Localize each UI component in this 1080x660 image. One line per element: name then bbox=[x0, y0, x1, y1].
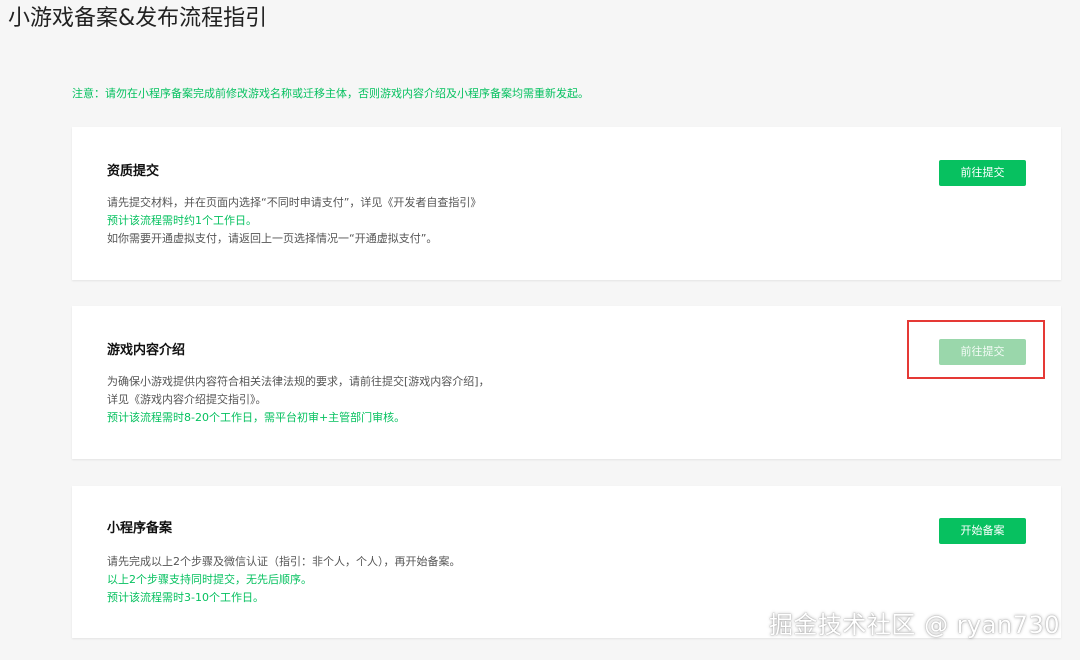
start-filing-button[interactable]: 开始备案 bbox=[939, 518, 1026, 544]
watermark-text: 掘金技术社区 @ ryan730 bbox=[768, 611, 1060, 639]
qualification-card: 资质提交 请先提交材料，并在页面内选择“不同时申请支付”，详见《开发者自查指引》… bbox=[72, 127, 1061, 280]
card-line: 请先提交材料，并在页面内选择“不同时申请支付”，详见《开发者自查指引》 bbox=[107, 196, 482, 209]
notice-text: 注意：请勿在小程序备案完成前修改游戏名称或迁移主体，否则游戏内容介绍及小程序备案… bbox=[72, 87, 589, 100]
card-line: 为确保小游戏提供内容符合相关法律法规的要求，请前往提交[游戏内容介绍]， bbox=[107, 375, 490, 388]
game-content-card: 游戏内容介绍 为确保小游戏提供内容符合相关法律法规的要求，请前往提交[游戏内容介… bbox=[72, 306, 1061, 459]
card-line: 详见《游戏内容介绍提交指引》。 bbox=[107, 393, 267, 406]
card-title: 小程序备案 bbox=[107, 521, 173, 536]
card-description: 为确保小游戏提供内容符合相关法律法规的要求，请前往提交[游戏内容介绍]， 详见《… bbox=[107, 373, 490, 427]
card-title: 资质提交 bbox=[107, 164, 160, 179]
card-title: 游戏内容介绍 bbox=[107, 343, 186, 358]
card-line: 预计该流程需时3-10个工作日。 bbox=[107, 591, 264, 604]
page-title: 小游戏备案&发布流程指引 bbox=[8, 6, 268, 31]
submit-game-content-button[interactable]: 前往提交 bbox=[939, 339, 1026, 365]
card-description: 请先提交材料，并在页面内选择“不同时申请支付”，详见《开发者自查指引》 预计该流… bbox=[107, 194, 481, 248]
card-line: 请先完成以上2个步骤及微信认证（指引：非个人，个人），再开始备案。 bbox=[107, 555, 461, 568]
card-description: 请先完成以上2个步骤及微信认证（指引：非个人，个人），再开始备案。 以上2个步骤… bbox=[107, 553, 461, 607]
card-line: 预计该流程需时约1个工作日。 bbox=[107, 214, 257, 227]
card-line: 以上2个步骤支持同时提交，无先后顺序。 bbox=[107, 573, 312, 586]
card-line: 如你需要开通虚拟支付，请返回上一页选择情况一“开通虚拟支付”。 bbox=[107, 232, 438, 245]
submit-qualification-button[interactable]: 前往提交 bbox=[939, 160, 1026, 186]
card-line: 预计该流程需时8-20个工作日，需平台初审+主管部门审核。 bbox=[107, 411, 406, 424]
